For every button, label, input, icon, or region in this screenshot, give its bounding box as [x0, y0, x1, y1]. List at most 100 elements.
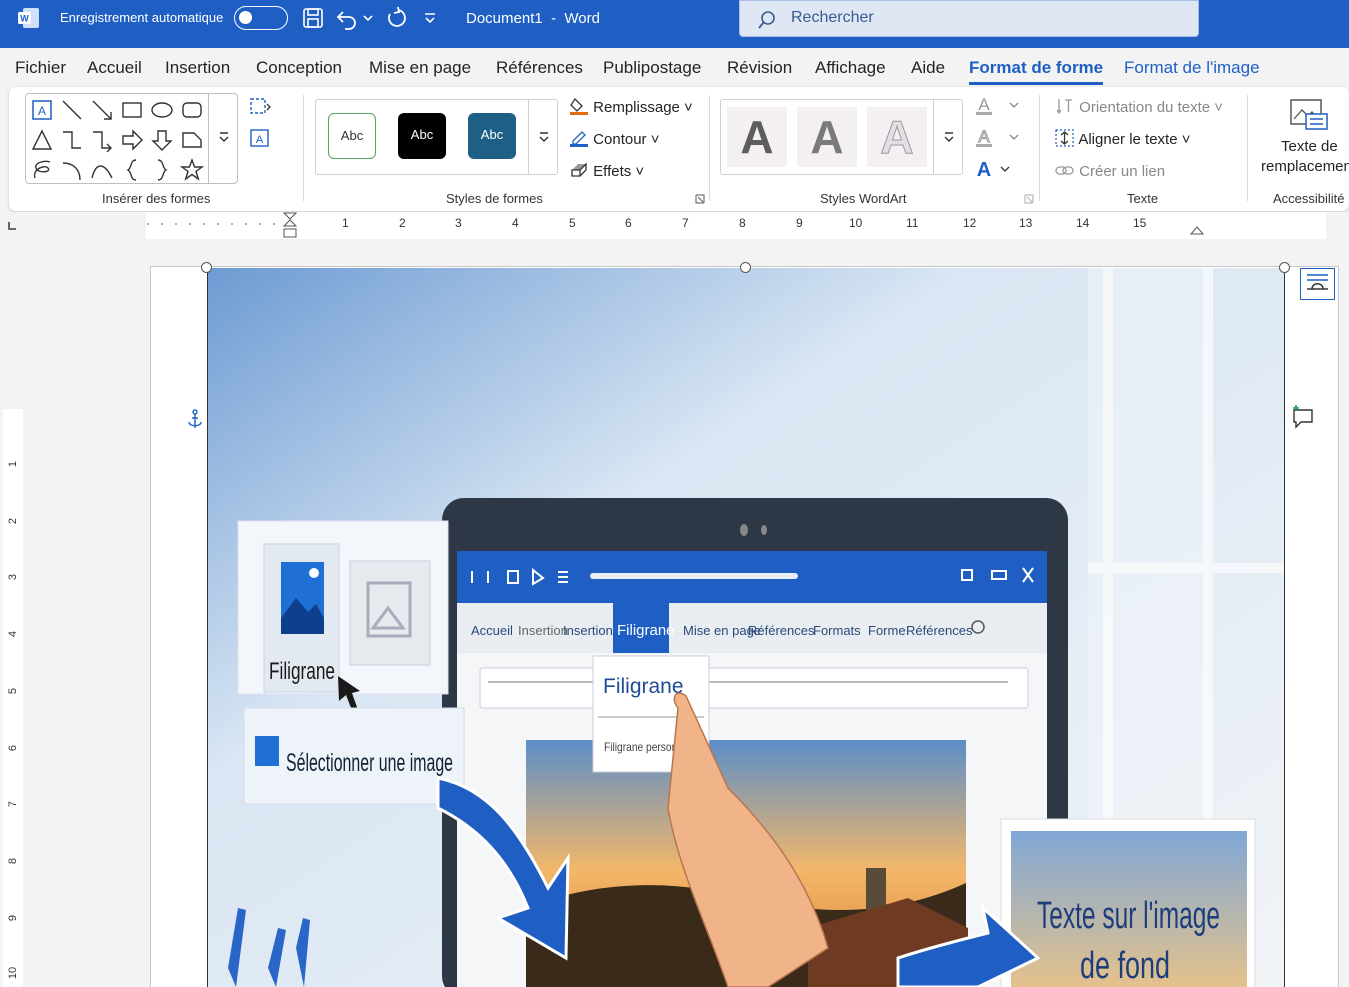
line-shape-icon[interactable]: [60, 98, 84, 122]
group-label-accessibility: Accessibilité: [1273, 191, 1345, 206]
laptop-tab: Accueil: [471, 623, 513, 638]
shape-styles-more-button[interactable]: [528, 100, 558, 174]
tab-fichier[interactable]: Fichier: [15, 58, 66, 78]
text-fill-icon[interactable]: A: [974, 93, 1022, 117]
text-outline-icon[interactable]: A: [974, 125, 1022, 149]
search-icon: [758, 11, 775, 29]
selected-picture[interactable]: Accueil Insertion Insertion Filigrane Mi…: [207, 268, 1285, 987]
edit-shape-icon[interactable]: [248, 95, 272, 117]
wordart-gallery[interactable]: A A A: [720, 99, 963, 175]
tab-publipostage[interactable]: Publipostage: [603, 58, 701, 78]
group-label-shape-styles: Styles de formes: [446, 191, 543, 206]
pen-outline-icon: [570, 131, 588, 147]
snip-rectangle-shape-icon[interactable]: [180, 128, 204, 152]
tab-format-de-forme[interactable]: Format de forme: [969, 58, 1104, 85]
laptop-tab: Filigrane: [617, 622, 675, 639]
tab-references[interactable]: Références: [496, 58, 583, 78]
customize-toolbar-icon[interactable]: [420, 6, 440, 30]
laptop-tab: Références: [748, 623, 815, 638]
create-link-button[interactable]: Créer un lien: [1055, 161, 1165, 180]
tab-accueil[interactable]: Accueil: [87, 58, 142, 78]
resize-handle[interactable]: [1279, 262, 1290, 273]
shape-effects-button[interactable]: Effets ˅: [569, 161, 644, 180]
rectangle-shape-icon[interactable]: [120, 98, 144, 122]
text-direction-button[interactable]: Orientation du texte ˅: [1055, 97, 1223, 116]
dialog-launcher-icon[interactable]: [694, 193, 706, 205]
undo-icon[interactable]: [335, 6, 359, 30]
search-box[interactable]: Rechercher: [739, 0, 1199, 37]
down-arrow-shape-icon[interactable]: [150, 128, 174, 152]
svg-text:A: A: [256, 134, 264, 146]
vertical-ruler[interactable]: 1 2 3 4 5 6 7 8 9 10: [0, 239, 28, 987]
layout-options-button[interactable]: [1300, 268, 1335, 300]
wordart-style-1[interactable]: A: [727, 107, 787, 167]
wordart-more-button[interactable]: [933, 100, 963, 174]
draw-text-box-icon[interactable]: A: [248, 127, 272, 149]
tab-revision[interactable]: Révision: [727, 58, 792, 78]
resize-handle[interactable]: [201, 262, 212, 273]
tab-insertion[interactable]: Insertion: [165, 58, 230, 78]
autosave-toggle[interactable]: [234, 6, 288, 30]
new-comment-icon[interactable]: [1291, 404, 1315, 430]
shape-outline-button[interactable]: Contour ˅: [569, 129, 659, 148]
card-select-label: Sélectionner une image: [286, 749, 453, 777]
right-brace-shape-icon[interactable]: [150, 158, 174, 182]
right-indent-marker-icon[interactable]: [1190, 224, 1204, 236]
svg-text:A: A: [978, 95, 990, 114]
group-label-insert-shapes: Insérer des formes: [102, 191, 211, 206]
elbow-arrow-shape-icon[interactable]: [90, 128, 114, 152]
horizontal-ruler[interactable]: 1 2 3 4 5 6 7 8 9 10 11 12 13 14 15: [0, 212, 1349, 239]
svg-text:W: W: [20, 14, 29, 24]
arrow-line-shape-icon[interactable]: [90, 98, 114, 122]
shapes-gallery[interactable]: A: [25, 93, 238, 184]
redo-icon[interactable]: [384, 6, 408, 30]
link-icon: [1055, 166, 1074, 175]
shape-fill-button[interactable]: Remplissage ˅: [569, 97, 693, 116]
anchor-icon[interactable]: [186, 409, 204, 431]
shape-style-preset-1[interactable]: Abc: [328, 113, 376, 159]
ribbon-tabs: Fichier Accueil Insertion Conception Mis…: [0, 48, 1349, 86]
tab-aide[interactable]: Aide: [911, 58, 945, 78]
tab-mise-en-page[interactable]: Mise en page: [369, 58, 471, 78]
ribbon: A A Insérer des formes Abc Abc Abc Rempl…: [9, 87, 1349, 211]
group-label-wordart-styles: Styles WordArt: [820, 191, 907, 206]
shape-styles-gallery[interactable]: Abc Abc Abc: [315, 99, 558, 175]
tab-selector-icon[interactable]: [7, 221, 17, 231]
card-filigrane-label: Filigrane: [269, 658, 335, 685]
laptop-tab: Insertion: [518, 623, 568, 638]
save-icon[interactable]: [301, 6, 325, 30]
paint-bucket-icon: [570, 97, 588, 115]
left-brace-shape-icon[interactable]: [120, 158, 144, 182]
elbow-connector-shape-icon[interactable]: [60, 128, 84, 152]
rounded-rectangle-shape-icon[interactable]: [180, 98, 204, 122]
text-effects-icon[interactable]: A: [974, 157, 1022, 181]
illustration: Accueil Insertion Insertion Filigrane Mi…: [208, 268, 1284, 987]
overlay-text-line-2: de fond: [1080, 945, 1170, 987]
right-arrow-shape-icon[interactable]: [120, 128, 144, 152]
wordart-style-3[interactable]: A: [867, 107, 927, 167]
resize-handle[interactable]: [740, 262, 751, 273]
shape-style-preset-3[interactable]: Abc: [468, 113, 516, 159]
undo-dropdown-icon[interactable]: [360, 6, 376, 30]
dialog-launcher-icon[interactable]: [1023, 193, 1035, 205]
laptop-tab-bar: Accueil Insertion Insertion Filigrane Mi…: [471, 622, 973, 639]
alt-text-label-2: remplacement: [1261, 158, 1349, 175]
star-shape-icon[interactable]: [180, 158, 204, 182]
tab-format-de-l-image[interactable]: Format de l'image: [1124, 58, 1260, 78]
triangle-shape-icon[interactable]: [30, 128, 54, 152]
wordart-style-2[interactable]: A: [797, 107, 857, 167]
layout-options-icon: [1307, 274, 1328, 290]
shape-style-preset-2[interactable]: Abc: [398, 113, 446, 159]
freeform-shape-icon[interactable]: [30, 158, 54, 182]
laptop-tab: Forme: [868, 623, 906, 638]
ruler-ticks: [147, 223, 275, 225]
align-text-button[interactable]: Aligner le texte ˅: [1055, 129, 1191, 148]
tab-conception[interactable]: Conception: [256, 58, 342, 78]
oval-shape-icon[interactable]: [150, 98, 174, 122]
indent-marker-icon[interactable]: [283, 212, 297, 239]
arc-shape-icon[interactable]: [60, 158, 84, 182]
tab-affichage[interactable]: Affichage: [815, 58, 886, 78]
curve-shape-icon[interactable]: [90, 158, 114, 182]
shapes-gallery-more-button[interactable]: [208, 94, 238, 183]
text-box-shape-icon[interactable]: A: [30, 98, 54, 122]
